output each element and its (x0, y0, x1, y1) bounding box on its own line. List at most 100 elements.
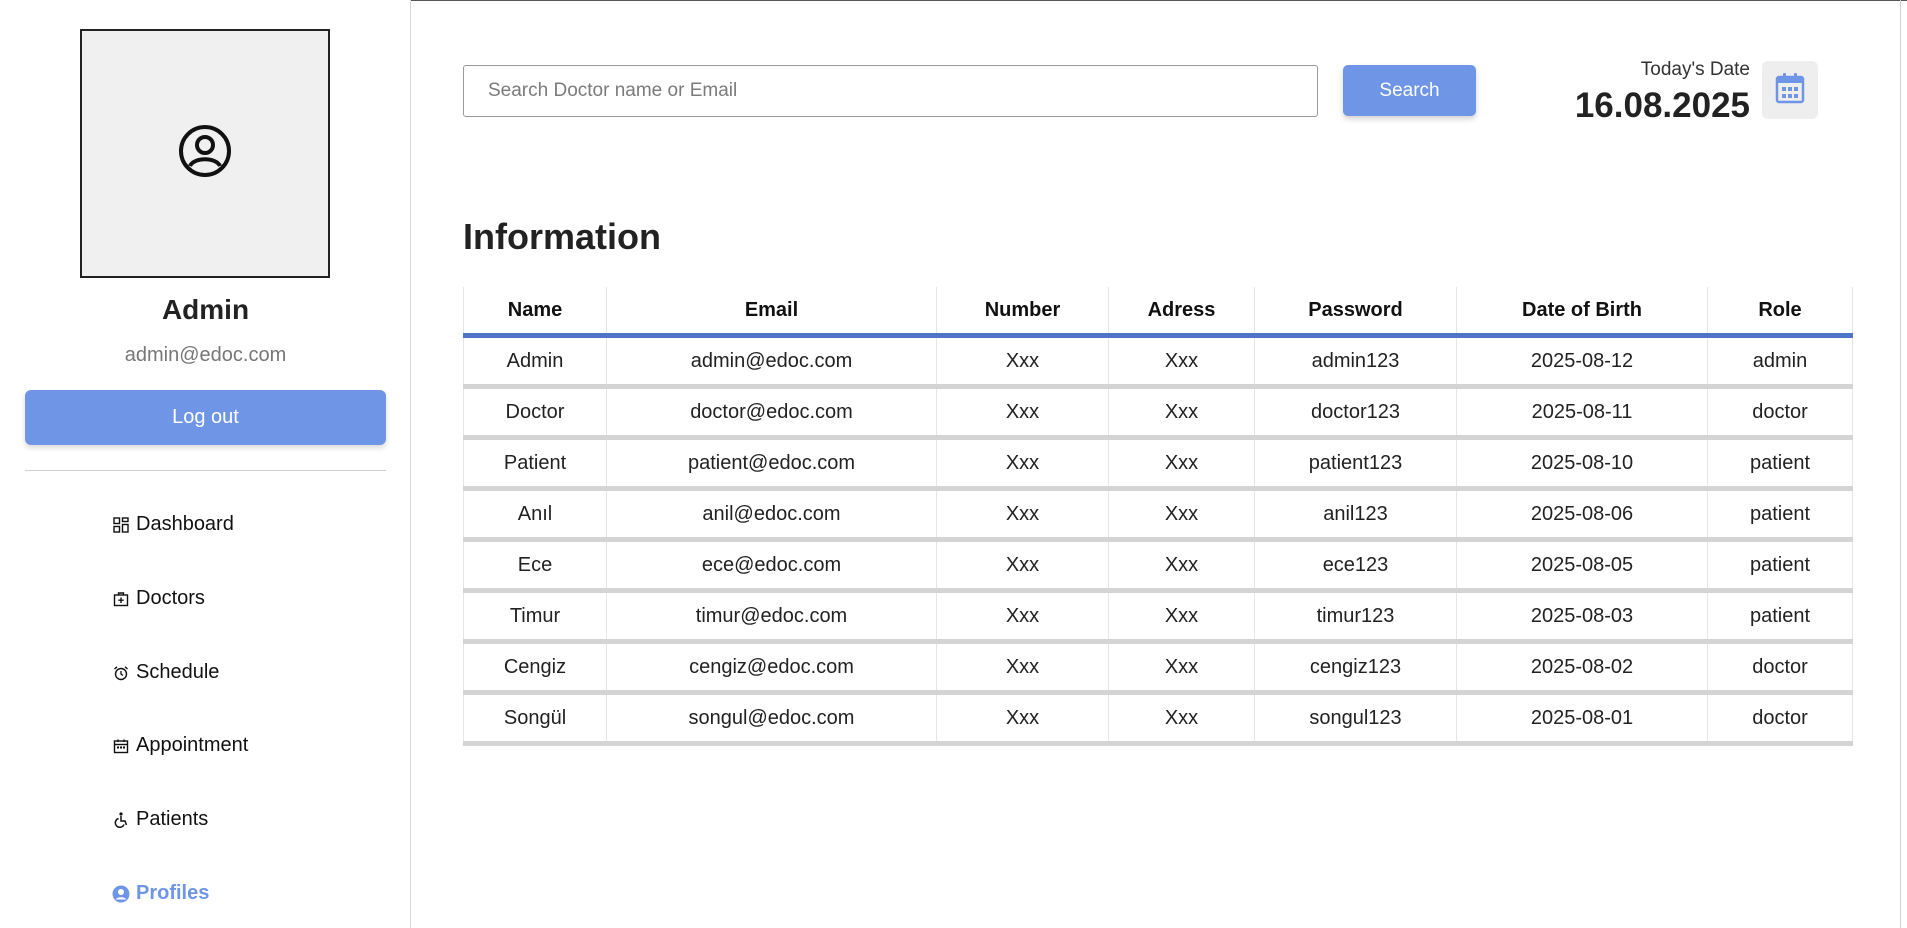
cell-name: Songül (463, 692, 607, 746)
cell-password: admin123 (1254, 335, 1457, 389)
cell-number: Xxx (936, 335, 1109, 389)
table-row[interactable]: Admin admin@edoc.com Xxx Xxx admin123 20… (463, 335, 1853, 389)
profile-name: Admin (161, 294, 250, 325)
cell-email: doctor@edoc.com (606, 386, 937, 440)
cell-password: timur123 (1254, 590, 1457, 644)
cell-name: Cengiz (463, 641, 607, 695)
cell-role: patient (1707, 590, 1853, 644)
calendar-button[interactable] (1762, 61, 1818, 119)
sidebar: Admin admin@edoc.com Log out Dashboard D… (0, 0, 411, 928)
doctor-bag-icon (112, 590, 130, 608)
cell-password: ece123 (1254, 539, 1457, 593)
alarm-clock-icon (112, 664, 130, 682)
cell-role: doctor (1707, 692, 1853, 746)
cell-role: admin (1707, 335, 1853, 389)
sidebar-item-label: Dashboard (136, 513, 234, 535)
cell-email: ece@edoc.com (606, 539, 937, 593)
cell-role: patient (1707, 437, 1853, 491)
sidebar-item-label: Schedule (136, 661, 220, 683)
cell-role: patient (1707, 539, 1853, 593)
cell-number: Xxx (936, 488, 1109, 542)
cell-date-of-birth: 2025-08-02 (1456, 641, 1708, 695)
cell-email: admin@edoc.com (606, 335, 937, 389)
calendar-icon (1775, 72, 1805, 109)
user-circle-icon (178, 124, 232, 183)
dashboard-icon (112, 516, 130, 534)
table-row[interactable]: Songül songul@edoc.com Xxx Xxx songul123… (463, 692, 1853, 746)
cell-password: anil123 (1254, 488, 1457, 542)
sidebar-divider (25, 470, 386, 471)
table-row[interactable]: Doctor doctor@edoc.com Xxx Xxx doctor123… (463, 386, 1853, 440)
column-header-adress: Adress (1108, 287, 1255, 338)
table-row[interactable]: Ece ece@edoc.com Xxx Xxx ece123 2025-08-… (463, 539, 1853, 593)
cell-role: patient (1707, 488, 1853, 542)
date-label: Today's Date (1640, 59, 1750, 80)
table-row[interactable]: Patient patient@edoc.com Xxx Xxx patient… (463, 437, 1853, 491)
sidebar-item-label: Patients (136, 808, 209, 830)
cell-email: patient@edoc.com (606, 437, 937, 491)
table-row[interactable]: Timur timur@edoc.com Xxx Xxx timur123 20… (463, 590, 1853, 644)
logout-button[interactable]: Log out (25, 390, 386, 445)
cell-number: Xxx (936, 692, 1109, 746)
cell-adress: Xxx (1108, 539, 1255, 593)
column-header-password: Password (1254, 287, 1457, 338)
sidebar-item-profiles[interactable]: Profiles (112, 882, 209, 905)
cell-name: Admin (463, 335, 607, 389)
sidebar-item-patients[interactable]: Patients (112, 808, 208, 831)
cell-number: Xxx (936, 590, 1109, 644)
sidebar-item-label: Profiles (136, 882, 210, 904)
cell-adress: Xxx (1108, 386, 1255, 440)
sidebar-item-schedule[interactable]: Schedule (112, 661, 219, 684)
user-circle-icon (112, 885, 130, 903)
cell-adress: Xxx (1108, 590, 1255, 644)
column-header-date-of-birth: Date of Birth (1456, 287, 1708, 338)
table-row[interactable]: Cengiz cengiz@edoc.com Xxx Xxx cengiz123… (463, 641, 1853, 695)
cell-adress: Xxx (1108, 437, 1255, 491)
cell-password: cengiz123 (1254, 641, 1457, 695)
cell-date-of-birth: 2025-08-05 (1456, 539, 1708, 593)
cell-adress: Xxx (1108, 641, 1255, 695)
cell-email: songul@edoc.com (606, 692, 937, 746)
sidebar-item-label: Doctors (136, 587, 205, 609)
profile-email: admin@edoc.com (124, 344, 287, 366)
cell-name: Timur (463, 590, 607, 644)
cell-adress: Xxx (1108, 692, 1255, 746)
search-button[interactable]: Search (1343, 65, 1476, 116)
cell-name: Ece (463, 539, 607, 593)
column-header-role: Role (1707, 287, 1853, 338)
column-header-name: Name (463, 287, 607, 338)
cell-adress: Xxx (1108, 335, 1255, 389)
cell-password: songul123 (1254, 692, 1457, 746)
sidebar-item-doctors[interactable]: Doctors (112, 587, 205, 610)
cell-date-of-birth: 2025-08-03 (1456, 590, 1708, 644)
page-title: Information (463, 216, 661, 257)
table-row[interactable]: Anıl anil@edoc.com Xxx Xxx anil123 2025-… (463, 488, 1853, 542)
cell-email: anil@edoc.com (606, 488, 937, 542)
search-input[interactable] (463, 65, 1318, 117)
cell-number: Xxx (936, 386, 1109, 440)
cell-number: Xxx (936, 539, 1109, 593)
cell-date-of-birth: 2025-08-11 (1456, 386, 1708, 440)
cell-name: Anıl (463, 488, 607, 542)
sidebar-item-appointment[interactable]: Appointment (112, 734, 248, 757)
cell-date-of-birth: 2025-08-12 (1456, 335, 1708, 389)
information-table-wrapper: Name Email Number Adress Password Date o… (463, 287, 1853, 746)
cell-number: Xxx (936, 437, 1109, 491)
column-header-email: Email (606, 287, 937, 338)
window-right-border (1900, 0, 1901, 928)
cell-name: Patient (463, 437, 607, 491)
cell-date-of-birth: 2025-08-01 (1456, 692, 1708, 746)
calendar-icon (112, 737, 130, 755)
cell-adress: Xxx (1108, 488, 1255, 542)
avatar (80, 29, 330, 278)
cell-date-of-birth: 2025-08-06 (1456, 488, 1708, 542)
sidebar-item-label: Appointment (136, 734, 249, 756)
table-header-row: Name Email Number Adress Password Date o… (463, 287, 1853, 338)
cell-name: Doctor (463, 386, 607, 440)
wheelchair-icon (112, 811, 130, 829)
cell-role: doctor (1707, 386, 1853, 440)
cell-role: doctor (1707, 641, 1853, 695)
sidebar-item-dashboard[interactable]: Dashboard (112, 513, 234, 536)
cell-number: Xxx (936, 641, 1109, 695)
cell-password: doctor123 (1254, 386, 1457, 440)
